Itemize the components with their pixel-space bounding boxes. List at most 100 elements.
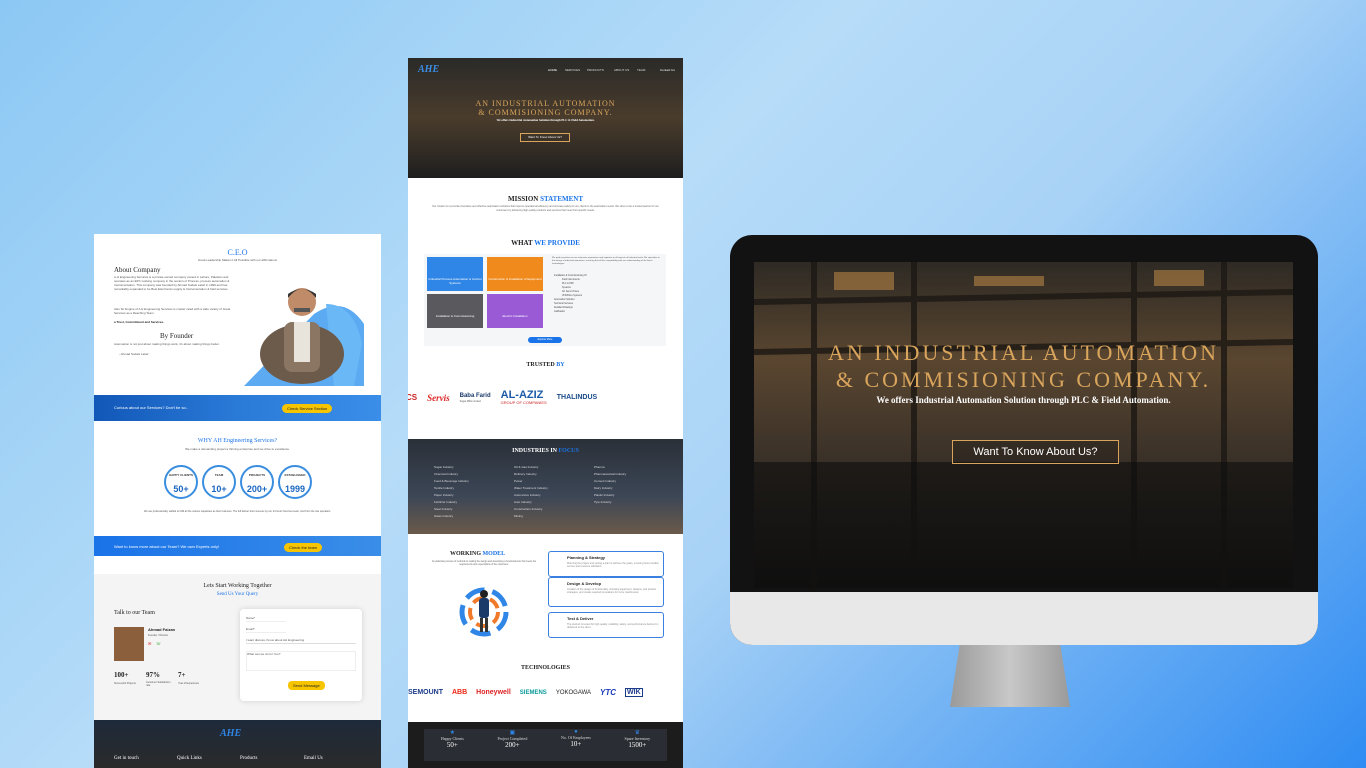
industry-item: Auto Industry — [514, 500, 532, 504]
check-service-button[interactable]: Check Service Section — [282, 404, 333, 413]
industry-item: Power — [514, 479, 523, 483]
nav-contact[interactable]: Contact Us — [660, 68, 675, 72]
working-title-a: WORKING — [450, 551, 482, 557]
technologies-title: TECHNOLOGIES — [520, 665, 570, 671]
email-icon[interactable]: ✉ — [148, 641, 151, 646]
member-photo — [114, 627, 144, 661]
footer-stat-value: 200+ — [505, 741, 520, 749]
monitor-hero-subtitle: We offers Industrial Automation Solution… — [876, 395, 1171, 405]
working-title-b: MODEL — [482, 551, 506, 557]
message-field[interactable]: What can we do for You? — [246, 651, 356, 671]
services-banner: Curious about our Services? Don't be so.… — [94, 395, 381, 421]
name-field[interactable]: Name* — [246, 616, 286, 622]
whatsapp-icon[interactable]: ☏ — [156, 641, 161, 646]
industry-item: Automotive Industry — [514, 493, 541, 497]
ceo-photo — [244, 264, 364, 386]
team-banner-text: Want to know more about our Team? We own… — [114, 544, 220, 549]
industries-title: INDUSTRIES IN FOCUS — [408, 448, 683, 454]
footer-stat: ♛ Spare Inventory 1500+ — [624, 729, 650, 761]
stat-team: TEAM 10+ — [202, 465, 236, 499]
nav-about[interactable]: ABOUT US — [614, 68, 629, 72]
footer-link-email[interactable]: Email Us — [304, 756, 323, 761]
working-title: WORKING MODEL — [450, 551, 505, 557]
tech-logo: YOKOGAWA — [555, 689, 592, 696]
founder-quote: Automation is not just about making thin… — [114, 342, 220, 346]
tech-logo: ABB — [452, 689, 468, 696]
about-title: About Company — [114, 266, 161, 274]
footer-link-get-in-touch[interactable]: Get in touch — [114, 756, 139, 761]
industry-item: Tyre Industry — [594, 500, 612, 504]
nav-products[interactable]: PRODUCTS — [587, 68, 604, 72]
trusted-logo-alaziz: AL-AZIZ GROUP OF COMPANIES — [501, 390, 547, 406]
tech-logo: WIK — [625, 688, 643, 697]
tech-logo: SEMOUNT — [408, 689, 443, 696]
about-page-screenshot: C.E.O Great Leadership Makes it All Poss… — [94, 234, 381, 768]
provide-intro: We pride ourselves on our extensive expe… — [552, 257, 660, 265]
stat-label: HAPPY CLIENTS — [169, 473, 193, 477]
hero-subtitle: We offers Industrial Automation Solution… — [496, 118, 595, 122]
industry-item: Food & Beverage Industry — [434, 479, 469, 483]
tech-logo: Honeywell — [476, 689, 511, 696]
about-highlight: a Trust, Commitment and Services. — [114, 320, 165, 324]
count-projects-label: Successful Projects — [114, 682, 136, 685]
nav-team[interactable]: TEAM — [637, 68, 645, 72]
email-field[interactable]: Email* — [246, 627, 286, 633]
service-tile-automation[interactable]: Industrial Process Automation & Control … — [427, 257, 483, 291]
trusted-logo-thal: THALINDUS — [556, 394, 598, 401]
stat-established: ESTABLISHED 1999 — [278, 465, 312, 499]
provide-title-a: WHAT — [511, 239, 533, 247]
stat-projects: PROJECTS 200+ — [240, 465, 274, 499]
hero-section: AHE HOME SERVICES PRODUCTS ABOUT US TEAM… — [408, 58, 683, 178]
explore-more-button[interactable]: Explore More — [528, 337, 562, 343]
desktop-monitor-mockup: AN INDUSTRIAL AUTOMATION & COMMISIONING … — [730, 235, 1318, 645]
stat-value: 1999 — [284, 484, 306, 494]
trusted-logo-servis: Servis — [427, 392, 450, 403]
why-note: We are professionally staffed to fulfil … — [144, 510, 331, 513]
nav-services[interactable]: SERVICES — [565, 68, 580, 72]
site-logo[interactable]: AHE — [418, 64, 439, 75]
stats-footer: ★ Happy Clients 50+ ▣ Project Completed 200+… — [408, 722, 683, 768]
industries-col-1: Sugar Industry Chemical Industry Food & Be… — [434, 464, 469, 520]
monitor-screen: AN INDUSTRIAL AUTOMATION & COMMISIONING … — [754, 262, 1293, 588]
mission-title: MISSION STATEMENT — [408, 195, 683, 203]
count-projects: 100+ — [114, 671, 129, 679]
industries-title-a: INDUSTRIES IN — [512, 448, 557, 454]
step-test: Test & Deliver The product is tested for … — [548, 612, 664, 638]
service-tile-electric[interactable]: Electric Installation — [487, 294, 543, 328]
industry-item: Paper Industry — [434, 493, 454, 497]
monitor-hero-cta-button[interactable]: Want To Know About Us? — [952, 440, 1119, 464]
monitor-hero-title-line1: AN INDUSTRIAL AUTOMATION — [828, 340, 1219, 365]
topic-select[interactable]: I want discuss, Know about AH Engineerin… — [246, 638, 356, 644]
service-tile-construction[interactable]: Construction & Installation of Equipment — [487, 257, 543, 291]
briefcase-icon: ▣ — [509, 730, 516, 736]
provide-title-b: WE PROVIDE — [534, 239, 580, 247]
mission-title-a: MISSION — [507, 195, 539, 203]
stat-value: 200+ — [246, 484, 268, 494]
industry-item: Pharma — [594, 465, 605, 469]
tech-logo: YTC — [600, 688, 617, 697]
step-text: Planning the project and setting a plan … — [567, 562, 659, 568]
hero-cta-button[interactable]: Want To Know About Us? — [520, 133, 570, 142]
stat-label: TEAM — [214, 473, 224, 477]
industry-item: Pharmaceutical Industry — [594, 472, 627, 476]
check-team-button[interactable]: Check the team — [284, 543, 323, 552]
step-title: Design & Develop — [567, 581, 602, 586]
industry-item: Cement Industry — [594, 479, 617, 483]
why-title: WHY AH Engineering Services? — [197, 438, 278, 444]
step-planning: Planning & Strategy Planning the project … — [548, 551, 664, 577]
tech-logo: SIEMENS — [519, 689, 547, 696]
send-message-button[interactable]: Send Message — [288, 681, 325, 690]
contact-title: Lets Start Working Together — [203, 583, 272, 589]
footer-link-products[interactable]: Products — [240, 756, 258, 761]
footer-link-quick-links[interactable]: Quick Links — [177, 756, 202, 761]
footer-stat-value: 1500+ — [628, 741, 647, 749]
member-name: Ahmad Faizan — [148, 627, 176, 632]
industry-item: Plastic Industry — [594, 493, 615, 497]
trusted-title: TRUSTED BY — [408, 362, 683, 368]
industry-item: Glass Industry — [434, 514, 454, 518]
step-text: The product is tested for high quality, … — [567, 623, 659, 629]
star-icon: ★ — [449, 730, 455, 736]
nav-home[interactable]: HOME — [548, 68, 557, 72]
stat-label: ESTABLISHED — [284, 473, 306, 477]
service-tile-commissioning[interactable]: Installation & Commissioning — [427, 294, 483, 328]
